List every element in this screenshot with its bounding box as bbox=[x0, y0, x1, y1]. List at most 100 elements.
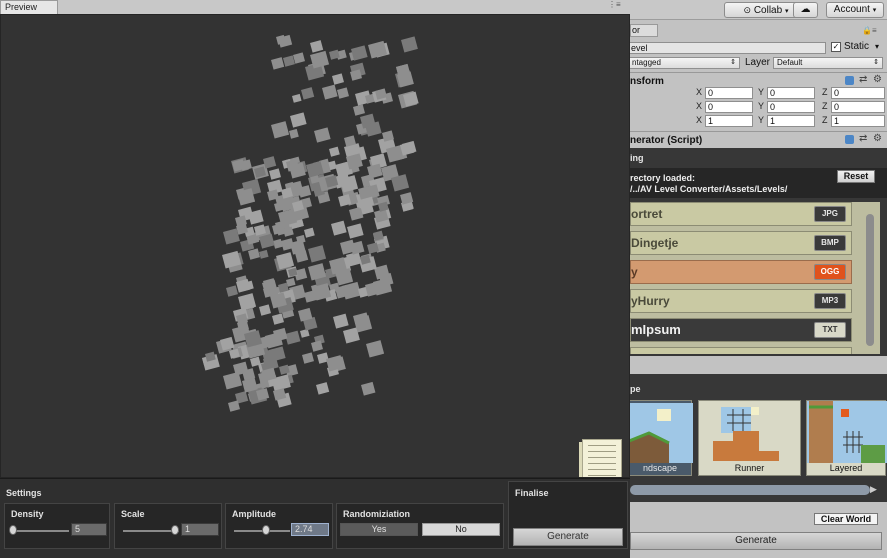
axis-label-x: X bbox=[696, 115, 703, 125]
account-button[interactable]: Account ▾ bbox=[826, 2, 884, 18]
axis-label-y: Y bbox=[758, 87, 765, 97]
preset-icon[interactable]: ⇄ bbox=[859, 74, 867, 85]
density-slider-handle[interactable] bbox=[9, 525, 17, 535]
layered-icon bbox=[807, 401, 887, 463]
transform-header[interactable]: nsform ⇄ ⚙ bbox=[630, 72, 887, 88]
preset-icon[interactable]: ⇄ bbox=[859, 133, 867, 144]
file-item[interactable]: Dingetje BMP bbox=[630, 231, 852, 255]
voxel-cube bbox=[271, 57, 285, 70]
voxel-cube bbox=[301, 87, 315, 100]
scale-slider-handle[interactable] bbox=[171, 525, 179, 535]
cloud-icon: ☁ bbox=[800, 4, 811, 15]
voxel-cube bbox=[332, 73, 344, 85]
file-item[interactable]: y OGG bbox=[630, 260, 852, 284]
voxel-cube bbox=[361, 381, 376, 396]
static-checkbox[interactable]: ✓ bbox=[831, 42, 841, 52]
voxel-cube bbox=[314, 127, 331, 143]
density-slider[interactable] bbox=[13, 530, 69, 532]
file-list-scrollbar[interactable] bbox=[866, 214, 874, 346]
reset-button[interactable]: Reset bbox=[837, 170, 875, 183]
chevron-down-icon: ▾ bbox=[872, 7, 877, 14]
voxel-cube bbox=[290, 112, 307, 128]
help-icon[interactable] bbox=[845, 135, 854, 144]
scale-field[interactable]: 1 bbox=[181, 523, 219, 536]
voxel-cube bbox=[353, 104, 365, 116]
arrows-icon: ⇕ bbox=[730, 59, 736, 66]
voxel-cube bbox=[226, 285, 238, 297]
notepad-icon[interactable] bbox=[582, 439, 622, 477]
file-item[interactable]: yHurry MP3 bbox=[630, 289, 852, 313]
voxel-cube bbox=[292, 93, 302, 103]
density-label: Density bbox=[11, 509, 44, 519]
window-menu-icon[interactable]: ⋮≡ bbox=[608, 0, 621, 9]
rotation-y-field[interactable]: 0 bbox=[767, 101, 815, 113]
cloud-button[interactable]: ☁ bbox=[793, 2, 818, 18]
landscape-option-layered[interactable]: Layered bbox=[806, 400, 887, 476]
preview-viewport[interactable] bbox=[0, 14, 630, 478]
landscape-panel: pe ndscape Runner Layered ▶ bbox=[630, 374, 887, 502]
voxel-cube bbox=[329, 146, 340, 157]
file-item[interactable]: ortret JPG bbox=[630, 202, 852, 226]
lock-icon[interactable]: 🔒≡ bbox=[862, 26, 877, 35]
gear-icon[interactable]: ⚙ bbox=[873, 133, 882, 144]
file-name: yHurry bbox=[631, 294, 670, 308]
voxel-cube bbox=[299, 328, 310, 338]
voxel-preview bbox=[202, 34, 419, 412]
landscape-option-runner[interactable]: Runner bbox=[698, 400, 801, 476]
scale-z-field[interactable]: 1 bbox=[831, 115, 885, 127]
landscape-header: pe bbox=[630, 384, 641, 394]
level-loader: ing rectory loaded: /../AV Level Convert… bbox=[630, 148, 887, 356]
file-type-badge: BMP bbox=[814, 235, 846, 251]
amplitude-field[interactable]: 2.74 bbox=[291, 523, 329, 536]
help-icon[interactable] bbox=[845, 76, 854, 85]
voxel-cube bbox=[336, 87, 349, 99]
generate-button[interactable]: Generate bbox=[630, 532, 882, 550]
randomization-yes-button[interactable]: Yes bbox=[340, 523, 418, 536]
tag-dropdown[interactable]: ntagged ⇕ bbox=[630, 57, 740, 69]
voxel-cube bbox=[285, 330, 301, 345]
scale-x-field[interactable]: 1 bbox=[705, 115, 753, 127]
file-list: ortret JPG Dingetje BMP y OGG yHurry MP3 mIpsum T… bbox=[630, 202, 880, 354]
runner-option-label: Runner bbox=[734, 463, 765, 473]
position-x-field[interactable]: 0 bbox=[705, 87, 753, 99]
voxel-cube bbox=[401, 36, 418, 53]
chevron-right-icon[interactable]: ▶ bbox=[870, 484, 877, 495]
gear-icon[interactable]: ⚙ bbox=[873, 74, 882, 85]
voxel-cube bbox=[293, 52, 305, 64]
amplitude-slider-handle[interactable] bbox=[262, 525, 270, 535]
layer-dropdown[interactable]: Default ⇕ bbox=[773, 57, 883, 69]
loading-header: ing bbox=[630, 153, 644, 163]
position-z-field[interactable]: 0 bbox=[831, 87, 885, 99]
voxel-cube bbox=[271, 121, 290, 139]
scale-card: Scale 1 bbox=[114, 503, 222, 549]
tab-preview[interactable]: Preview bbox=[0, 0, 58, 14]
file-item[interactable]: mIpsum TXT bbox=[630, 318, 852, 342]
scale-y-field[interactable]: 1 bbox=[767, 115, 815, 127]
file-type-badge: TXT bbox=[814, 322, 846, 338]
rotation-z-field[interactable]: 0 bbox=[831, 101, 885, 113]
clear-world-button[interactable]: Clear World bbox=[814, 513, 878, 525]
script-header[interactable]: nerator (Script) ⇄ ⚙ bbox=[630, 131, 887, 147]
voxel-cube bbox=[289, 128, 299, 139]
inspector-panel: or 🔒≡ evel ✓ Static ▾ ntagged ⇕ Layer Def… bbox=[630, 20, 887, 558]
position-y-field[interactable]: 0 bbox=[767, 87, 815, 99]
layer-label: Layer bbox=[745, 57, 771, 68]
chevron-down-icon: ▾ bbox=[784, 8, 789, 15]
density-field[interactable]: 5 bbox=[71, 523, 107, 536]
file-item-partial[interactable] bbox=[630, 347, 852, 354]
object-name-field[interactable]: evel bbox=[630, 42, 826, 54]
axis-label-y: Y bbox=[758, 115, 765, 125]
randomization-no-button[interactable]: No bbox=[422, 523, 500, 536]
landscape-scrollbar[interactable] bbox=[630, 485, 870, 495]
runner-icon bbox=[713, 407, 779, 461]
chevron-down-icon[interactable]: ▾ bbox=[875, 42, 879, 51]
voxel-cube bbox=[322, 84, 338, 100]
file-name: ortret bbox=[631, 207, 663, 221]
directory-path: /../AV Level Converter/Assets/Levels/ bbox=[630, 184, 788, 194]
rotation-x-field[interactable]: 0 bbox=[705, 101, 753, 113]
landscape-option-landscape[interactable]: ndscape bbox=[630, 400, 693, 476]
finalise-generate-button[interactable]: Generate bbox=[513, 528, 623, 546]
directory-label: rectory loaded: bbox=[630, 173, 696, 183]
file-name: mIpsum bbox=[631, 322, 681, 337]
tab-inspector[interactable]: or bbox=[630, 24, 658, 37]
